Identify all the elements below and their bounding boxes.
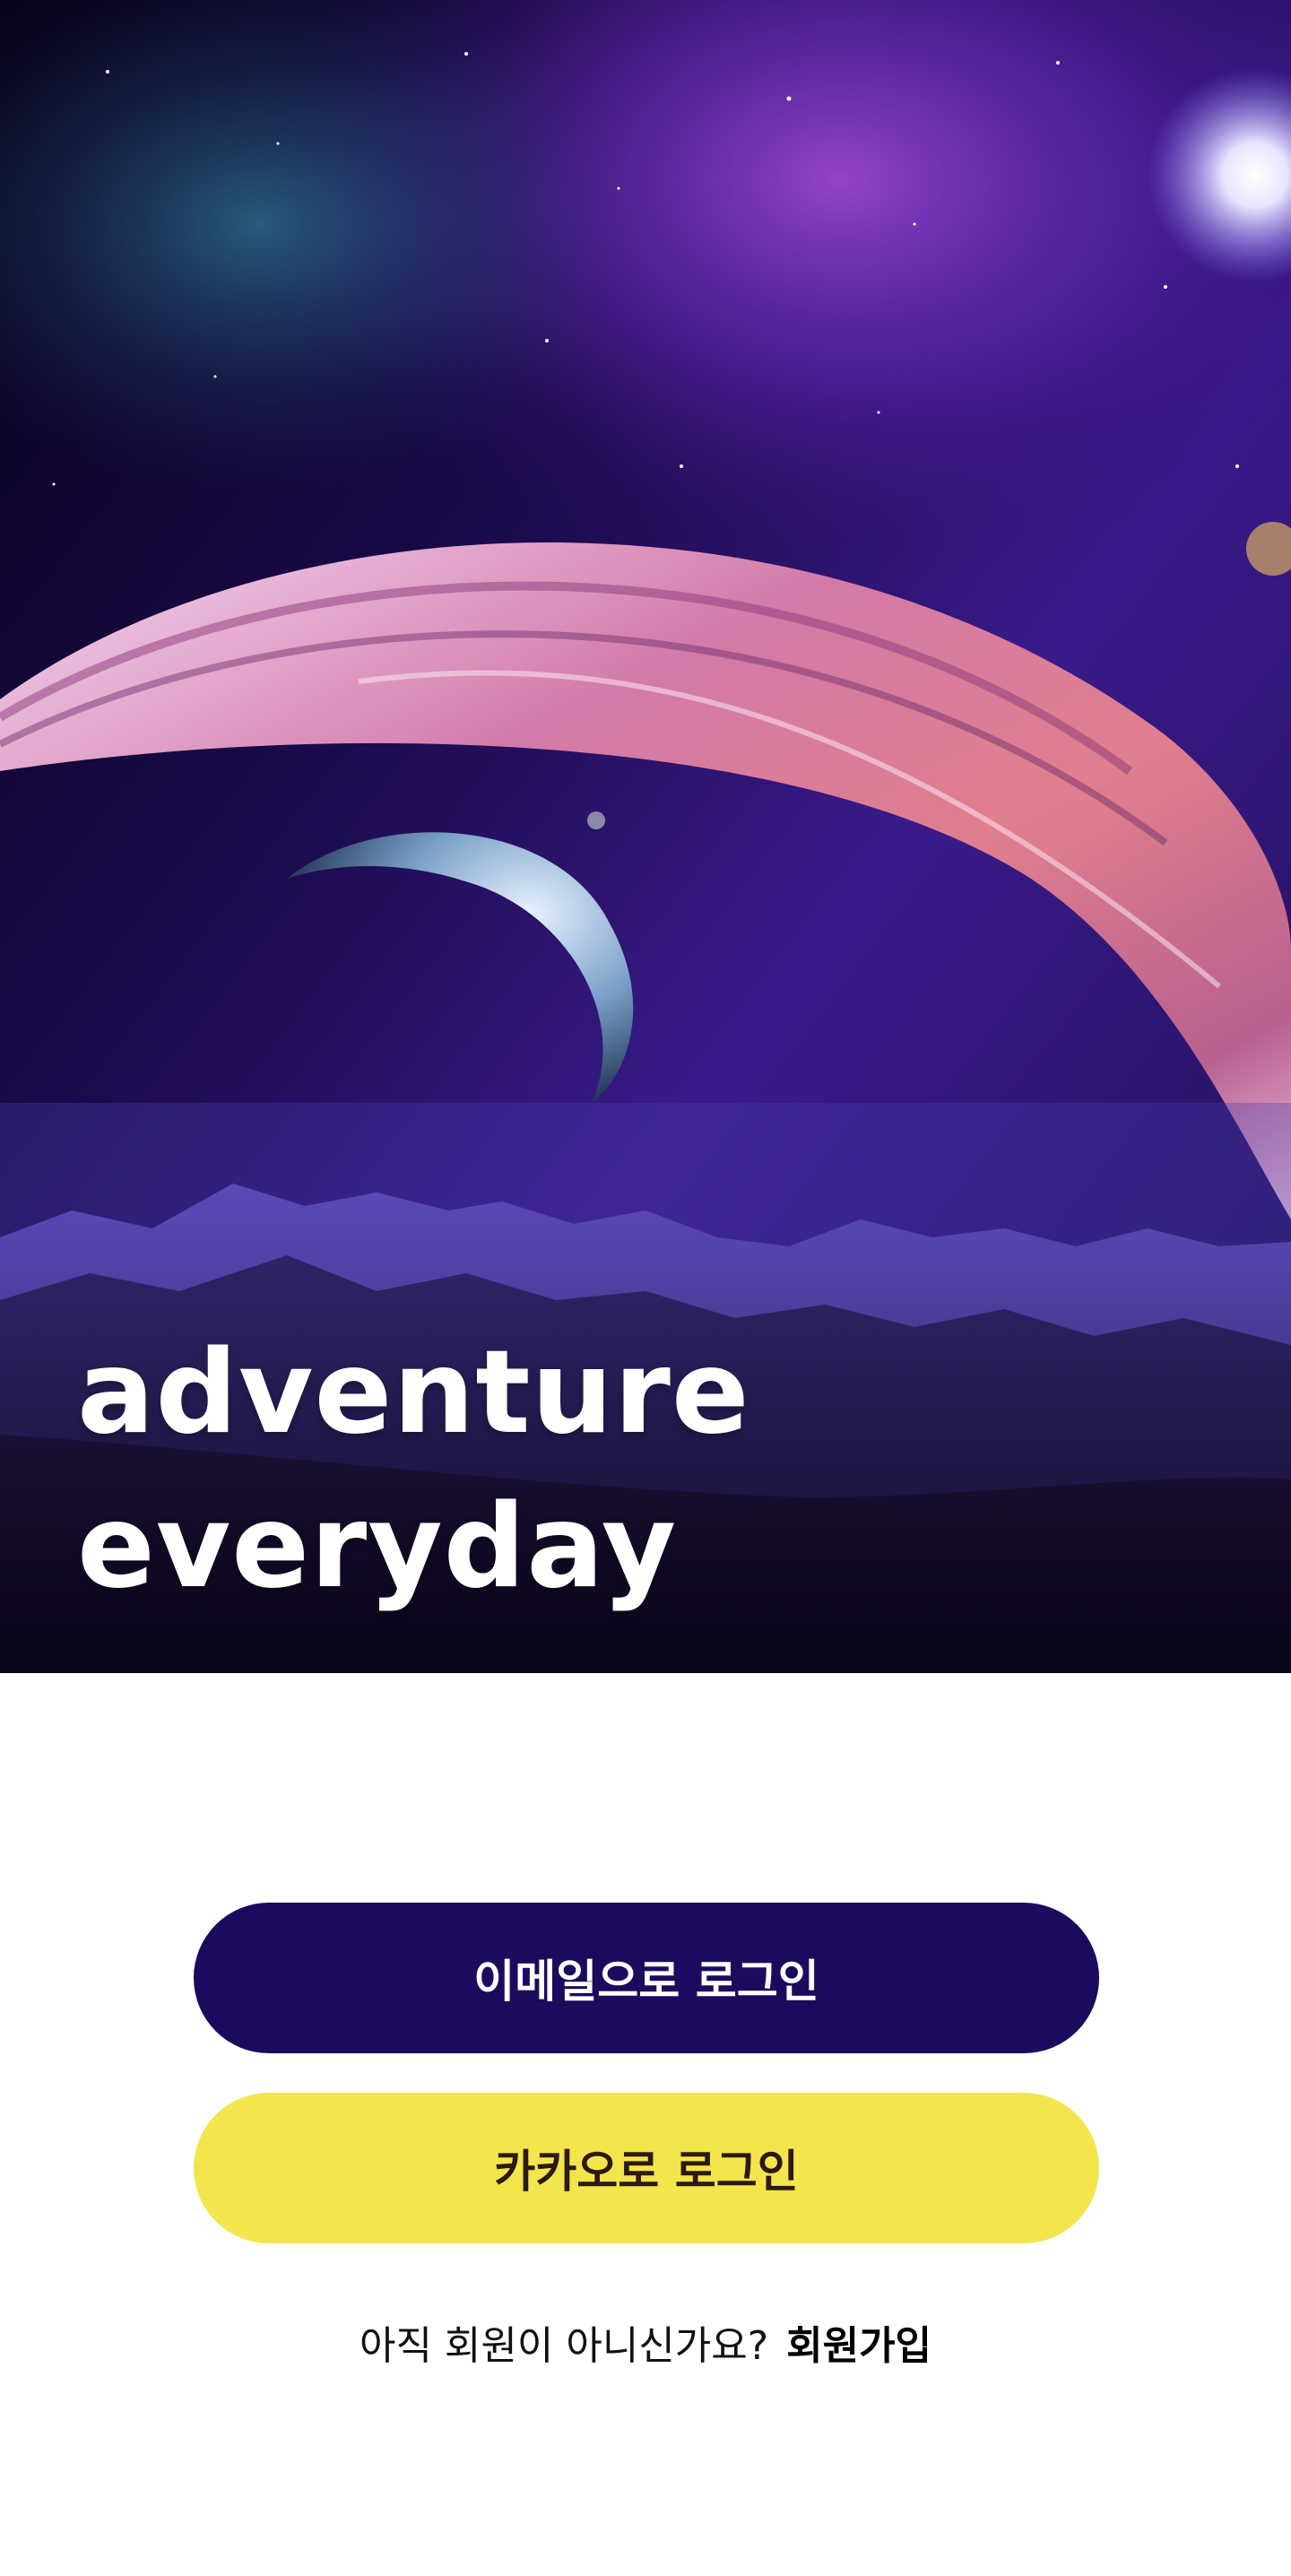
- signup-prompt: 아직 회원이 아니신가요?: [359, 2323, 769, 2369]
- hero-title-line2: everyday: [77, 1480, 678, 1614]
- hero-title-line1: adventure: [77, 1326, 750, 1460]
- kakao-login-button[interactable]: 카카오로 로그인: [194, 2093, 1099, 2243]
- hero-title: adventure everyday: [77, 1316, 750, 1625]
- signup-row: 아직 회원이 아니신가요? 회원가입: [0, 2313, 1291, 2371]
- signup-link[interactable]: 회원가입: [786, 2323, 931, 2369]
- login-page: adventure everyday 이메일으로 로그인 카카오로 로그인 아직…: [0, 0, 1291, 2576]
- email-login-button[interactable]: 이메일으로 로그인: [194, 1903, 1099, 2053]
- hero-section: adventure everyday: [0, 0, 1291, 1673]
